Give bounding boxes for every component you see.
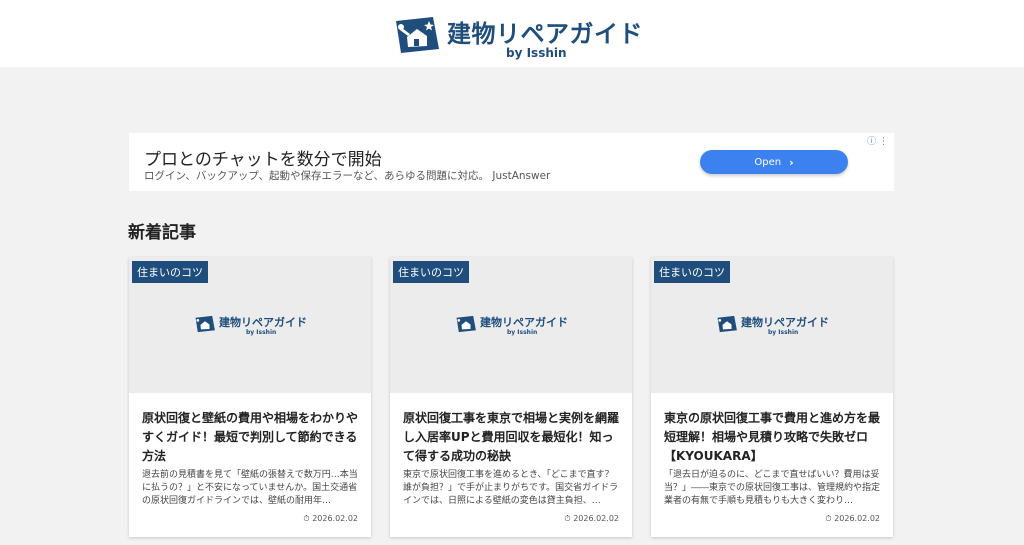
thumbnail-logo-title: 建物リペアガイド: [480, 316, 568, 329]
card-thumbnail[interactable]: 住まいのコツ 建物リペアガイド by Isshin: [129, 257, 371, 393]
section-title: 新着記事: [128, 223, 196, 243]
clock-icon: ⏱: [303, 514, 310, 523]
card-date-text: 2026.02.02: [834, 514, 880, 523]
thumbnail-logo: 建物リペアガイド by Isshin: [455, 314, 570, 342]
thumbnail-logo: 建物リペアガイド by Isshin: [194, 314, 309, 342]
thumbnail-logo: 建物リペアガイド by Isshin: [716, 314, 831, 342]
thumbnail-logo-subtitle: by Isshin: [768, 329, 799, 336]
article-card[interactable]: 住まいのコツ 建物リペアガイド by Isshin 原状回復と壁紙の費用や相場を…: [129, 257, 371, 537]
thumbnail-logo-title: 建物リペアガイド: [219, 316, 307, 329]
category-badge[interactable]: 住まいのコツ: [393, 261, 469, 283]
house-repair-icon: [456, 315, 476, 333]
article-card[interactable]: 住まいのコツ 建物リペアガイド by Isshin 原状回復工事を東京で相場と実…: [390, 257, 632, 537]
card-date: ⏱ 2026.02.02: [825, 514, 880, 524]
card-date: ⏱ 2026.02.02: [564, 514, 619, 524]
thumbnail-logo-subtitle: by Isshin: [507, 329, 538, 336]
category-badge[interactable]: 住まいのコツ: [654, 261, 730, 283]
card-title[interactable]: 東京の原状回復工事で費用と進め方を最短理解！相場や見積り攻略で失敗ゼロ【KYOU…: [664, 409, 882, 466]
card-excerpt: 「退去日が迫るのに、どこまで直せばいい？費用は妥当？」――東京での原状回復工事は…: [664, 470, 881, 506]
clock-icon: ⏱: [564, 514, 571, 523]
card-date: ⏱ 2026.02.02: [303, 514, 358, 524]
clock-icon: ⏱: [825, 514, 832, 523]
house-repair-icon: [396, 17, 439, 53]
house-repair-icon: [195, 315, 215, 333]
card-excerpt: 退去前の見積書を見て「壁紙の張替えで数万円…本当に払うの？」と不安になっていませ…: [142, 470, 358, 506]
thumbnail-logo-subtitle: by Isshin: [246, 329, 277, 336]
ad-info-icon[interactable]: ⓘ ⋮: [867, 134, 888, 147]
ad-banner[interactable]: プロとのチャットを数分で開始 ログイン、バックアップ、起動や保存エラーなど、あら…: [129, 133, 894, 191]
category-badge[interactable]: 住まいのコツ: [132, 261, 208, 283]
site-logo[interactable]: 建物リペアガイド by Isshin: [393, 12, 643, 62]
chevron-right-icon: ›: [789, 155, 794, 169]
card-excerpt: 東京で原状回復工事を進めるとき、「どこまで直す？誰が負担？」で手が止まりがちです…: [403, 470, 619, 506]
ad-description: ログイン、バックアップ、起動や保存エラーなど、あらゆる問題に対応。 JustAn…: [144, 170, 551, 182]
ad-open-label: Open: [754, 156, 782, 168]
card-date-text: 2026.02.02: [312, 514, 358, 523]
card-thumbnail[interactable]: 住まいのコツ 建物リペアガイド by Isshin: [390, 257, 632, 393]
card-title[interactable]: 原状回復工事を東京で相場と実例を網羅し入居率UPと費用回収を最短化！知って得する…: [403, 409, 621, 466]
card-thumbnail[interactable]: 住まいのコツ 建物リペアガイド by Isshin: [651, 257, 893, 393]
house-repair-icon: [717, 315, 737, 333]
article-card[interactable]: 住まいのコツ 建物リペアガイド by Isshin 東京の原状回復工事で費用と進…: [651, 257, 893, 537]
ad-open-button[interactable]: Open ›: [700, 150, 848, 174]
thumbnail-logo-title: 建物リペアガイド: [741, 316, 829, 329]
site-header: 建物リペアガイド by Isshin: [0, 0, 1024, 67]
card-date-text: 2026.02.02: [573, 514, 619, 523]
card-title[interactable]: 原状回復と壁紙の費用や相場をわかりやすくガイド！最短で判別して節約できる方法: [142, 409, 360, 466]
logo-title: 建物リペアガイド: [447, 20, 643, 48]
ad-title[interactable]: プロとのチャットを数分で開始: [144, 145, 382, 170]
logo-subtitle: by Isshin: [506, 46, 567, 60]
